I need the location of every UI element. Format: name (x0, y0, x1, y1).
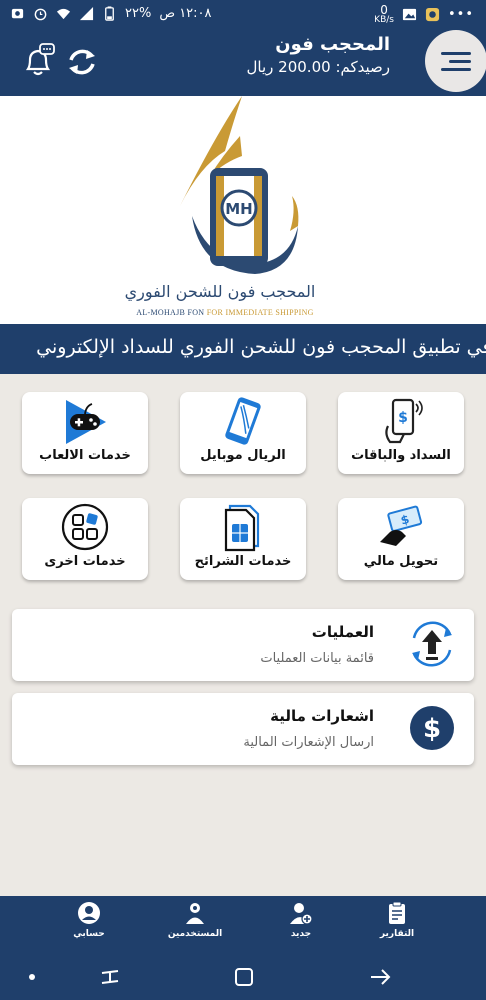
refresh-icon[interactable] (62, 42, 102, 82)
logo-arabic-text: المحجب فون للشحن الفوري (124, 282, 316, 301)
game-controller-icon (66, 400, 106, 444)
battery-icon (105, 6, 114, 21)
nav-label: المستخدمين (167, 929, 223, 939)
tile-sim-services[interactable]: خدمات الشرائح (180, 498, 306, 580)
status-bar-right: 0 KB/s ••• (374, 4, 474, 25)
logo-mark-text: MH (225, 200, 252, 218)
mobile-phone-icon (225, 397, 261, 445)
chat-bell-icon[interactable] (18, 42, 58, 82)
screenshot-icon (11, 8, 24, 19)
nav-reports[interactable]: التقارير (352, 896, 442, 954)
nav-my-account[interactable]: حسابي (44, 896, 134, 954)
system-navigation-bar (0, 954, 486, 1000)
network-speed: 0 KB/s (374, 3, 394, 25)
tile-label: خدمات الالعاب (39, 448, 131, 463)
signal-icon (79, 6, 94, 21)
tile-label: الريال موبايل (200, 448, 286, 463)
brand-logo-icon: MH (180, 96, 299, 274)
money-transfer-icon: $ (380, 505, 423, 546)
nav-label: حسابي (73, 929, 105, 939)
alarm-icon (34, 8, 47, 21)
tile-label: خدمات الشرائح (194, 554, 292, 569)
tile-riyal-mobile[interactable]: الريال موبايل (180, 392, 306, 474)
add-user-icon (290, 903, 313, 925)
operations-upload-icon (412, 621, 452, 667)
status-bar: ١٢:٠٨ ص %٢٢ 0 KB/s ••• (0, 0, 486, 30)
card-title: اشعارات مالية (270, 707, 374, 725)
card-subtitle: ارسال الإشعارات المالية (243, 735, 374, 750)
back-arrow-icon[interactable] (366, 963, 394, 991)
marquee-text: مرحباً بكم في تطبيق المحجب فون للشحن الف… (36, 336, 486, 358)
card-title: العمليات (311, 623, 374, 641)
battery-percent: %٢٢ (125, 6, 152, 21)
tile-label: السداد والباقات (351, 448, 451, 463)
app-title: المحجب فون (275, 34, 390, 55)
clipboard-report-icon (389, 901, 405, 924)
nav-users[interactable]: المستخدمين (150, 896, 240, 954)
image-notification-icon (402, 8, 417, 21)
card-subtitle: قائمة بيانات العمليات (260, 651, 374, 666)
app-header: المحجب فون رصيدكم: 200.00 ريال (0, 30, 486, 96)
logo-banner: MH المحجب فون للشحن الفوري AL-MOHAJB FON… (0, 96, 486, 324)
users-gear-icon (186, 903, 204, 924)
bottom-navigation: حسابي المستخدمين جديد التقارير (0, 896, 486, 954)
home-icon[interactable] (230, 963, 258, 991)
card-operations[interactable]: العمليات قائمة بيانات العمليات (12, 609, 474, 681)
balance-text: رصيدكم: 200.00 ريال (246, 58, 390, 76)
tile-payments[interactable]: $ السداد والباقات (338, 392, 464, 474)
card-financial-notices[interactable]: $ اشعارات مالية ارسال الإشعارات المالية (12, 693, 474, 765)
nav-new[interactable]: جديد (256, 896, 346, 954)
app-notification-icon (425, 7, 440, 22)
svg-text:$: $ (398, 410, 408, 426)
phone-payment-icon: $ (385, 398, 423, 444)
sim-cards-icon (224, 504, 260, 552)
logo-english-text: AL-MOHAJB FON FOR IMMEDIATE SHIPPING (136, 308, 314, 317)
wifi-icon (56, 8, 71, 20)
status-time: ١٢:٠٨ ص (159, 6, 212, 21)
tile-games[interactable]: خدمات الالعاب (22, 392, 148, 474)
dot-indicator-icon (29, 974, 35, 980)
tile-label: خدمات اخرى (44, 554, 126, 569)
nav-label: التقارير (379, 929, 415, 939)
tile-label: تحويل مالي (363, 554, 439, 569)
tile-other-services[interactable]: خدمات اخرى (22, 498, 148, 580)
recent-apps-icon[interactable] (96, 963, 124, 991)
announcement-marquee: مرحباً بكم في تطبيق المحجب فون للشحن الف… (0, 324, 486, 374)
hamburger-icon (441, 47, 471, 76)
grid-apps-icon (61, 503, 109, 551)
more-notifications: ••• (447, 7, 474, 22)
svg-text:$: $ (423, 714, 441, 744)
menu-button[interactable] (425, 30, 486, 92)
user-circle-icon (78, 902, 100, 924)
status-bar-left: ١٢:٠٨ ص %٢٢ (10, 6, 212, 21)
tile-money-transfer[interactable]: $ تحويل مالي (338, 498, 464, 580)
nav-label: جديد (290, 929, 312, 939)
dollar-circle-icon: $ (410, 706, 454, 750)
